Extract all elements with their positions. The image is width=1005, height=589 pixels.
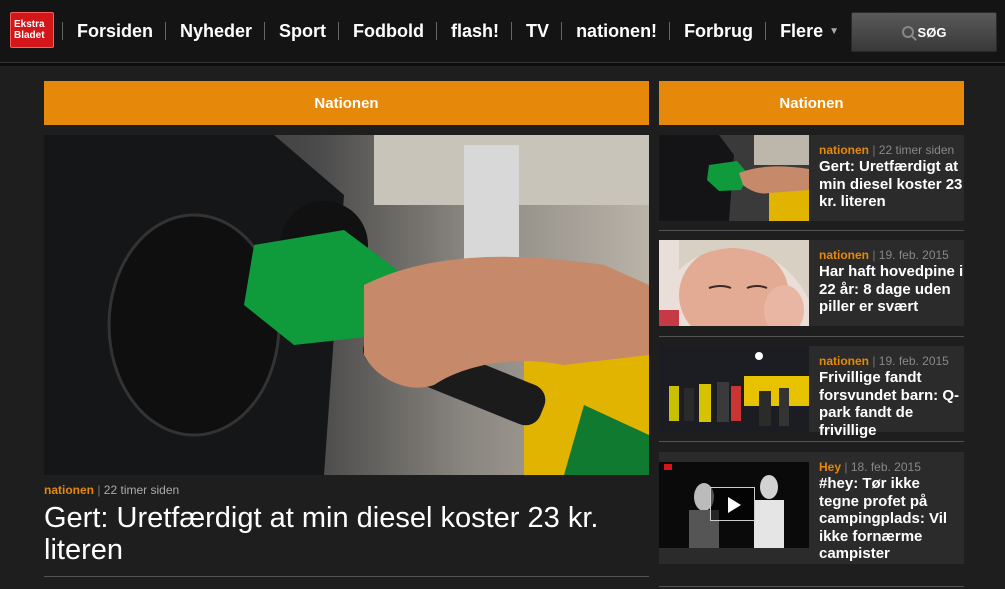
side-article-3-thumbnail[interactable] <box>659 346 809 432</box>
side-article-4-time: 18. feb. 2015 <box>850 460 921 474</box>
section-header-left[interactable]: Nationen <box>44 81 649 125</box>
main-article-photo[interactable] <box>44 135 649 475</box>
headache-thumb-image <box>659 240 809 326</box>
section-header-right[interactable]: Nationen <box>659 81 964 125</box>
nav-item-flash: flash! <box>436 0 511 62</box>
nav-item-forbrug: Forbrug <box>669 0 765 62</box>
nav-link-forbrug[interactable]: Forbrug <box>670 21 765 42</box>
section-title-left: Nationen <box>314 94 379 112</box>
side-article-1-text: nationen | 22 timer siden Gert: Uretfærd… <box>819 143 964 211</box>
logo-text: Ekstra Bladet <box>14 19 45 41</box>
main-article-title[interactable]: Gert: Uretfærdigt at min diesel koster 2… <box>44 502 644 566</box>
nav-link-nyheder[interactable]: Nyheder <box>166 21 264 42</box>
nav-divider <box>0 62 1005 66</box>
main-nav: Forsiden Nyheder Sport Fodbold flash! TV… <box>62 0 839 62</box>
ekstra-bladet-logo[interactable]: Ekstra Bladet <box>10 12 54 48</box>
play-button-icon[interactable] <box>710 487 755 521</box>
side-article-2[interactable]: nationen | 19. feb. 2015 Har haft hovedp… <box>659 240 964 326</box>
side-article-2-meta: nationen | 19. feb. 2015 <box>819 248 949 262</box>
side-article-1-thumbnail[interactable] <box>659 135 809 221</box>
section-title-right: Nationen <box>779 94 844 112</box>
side-article-3-text: nationen | 19. feb. 2015 Frivillige fand… <box>819 354 964 439</box>
search-label: SØG <box>917 24 947 40</box>
side-article-3-title[interactable]: Frivillige fandt forsvundet barn: Q-park… <box>819 369 964 439</box>
nav-link-flere[interactable]: Flere <box>766 21 835 42</box>
side-article-1-title[interactable]: Gert: Uretfærdigt at min diesel koster 2… <box>819 158 964 211</box>
side-article-2-tag[interactable]: nationen <box>819 248 869 262</box>
main-article-time: 22 timer siden <box>103 483 180 497</box>
search-button[interactable]: SØG <box>851 12 997 52</box>
main-article-divider <box>44 576 649 577</box>
volunteers-thumb-image <box>659 346 809 432</box>
dropdown-arrow-icon[interactable]: ▼ <box>829 26 839 37</box>
nav-item-fodbold: Fodbold <box>338 0 436 62</box>
nav-link-fodbold[interactable]: Fodbold <box>339 21 436 42</box>
side-article-1[interactable]: nationen | 22 timer siden Gert: Uretfærd… <box>659 135 964 221</box>
side-article-3[interactable]: nationen | 19. feb. 2015 Frivillige fand… <box>659 346 964 439</box>
side-article-3-tag[interactable]: nationen <box>819 354 869 368</box>
side-divider <box>659 441 964 442</box>
side-article-1-time: 22 timer siden <box>878 143 955 157</box>
nav-link-flash[interactable]: flash! <box>437 21 511 42</box>
main-article-tag[interactable]: nationen <box>44 483 94 497</box>
side-article-2-time: 19. feb. 2015 <box>878 248 949 262</box>
side-article-4-title[interactable]: #hey: Tør ikke tegne profet på campingpl… <box>819 475 964 563</box>
side-article-1-tag[interactable]: nationen <box>819 143 869 157</box>
fuel-thumb-image <box>659 135 809 221</box>
nav-item-flere: Flere ▼ <box>765 0 839 62</box>
nav-item-nyheder: Nyheder <box>165 0 264 62</box>
side-divider <box>659 586 964 587</box>
side-article-2-title[interactable]: Har haft hovedpine i 22 år: 8 dage uden … <box>819 263 964 316</box>
side-article-3-time: 19. feb. 2015 <box>878 354 949 368</box>
side-article-2-text: nationen | 19. feb. 2015 Har haft hovedp… <box>819 248 964 316</box>
side-article-4-meta: Hey | 18. feb. 2015 <box>819 460 921 474</box>
nav-link-sport[interactable]: Sport <box>265 21 338 42</box>
side-article-2-thumbnail[interactable] <box>659 240 809 326</box>
nav-item-forsiden: Forsiden <box>62 0 165 62</box>
nav-item-sport: Sport <box>264 0 338 62</box>
nav-link-tv[interactable]: TV <box>512 21 561 42</box>
search-icon <box>901 26 914 38</box>
main-article-meta: nationen | 22 timer siden <box>44 483 179 497</box>
side-article-4-tag[interactable]: Hey <box>819 460 841 474</box>
fuel-nozzle-photo <box>44 135 649 475</box>
side-article-4[interactable]: Hey | 18. feb. 2015 #hey: Tør ikke tegne… <box>659 452 964 564</box>
nav-link-forsiden[interactable]: Forsiden <box>63 21 165 42</box>
side-article-4-thumbnail[interactable] <box>659 462 809 548</box>
side-article-1-meta: nationen | 22 timer siden <box>819 143 955 157</box>
side-article-4-text: Hey | 18. feb. 2015 #hey: Tør ikke tegne… <box>819 460 964 563</box>
nav-item-tv: TV <box>511 0 561 62</box>
side-divider <box>659 336 964 337</box>
nav-item-nationen: nationen! <box>561 0 669 62</box>
side-divider <box>659 230 964 231</box>
top-navigation-bar: Ekstra Bladet Forsiden Nyheder Sport Fod… <box>0 0 1005 62</box>
side-article-3-meta: nationen | 19. feb. 2015 <box>819 354 949 368</box>
nav-link-nationen[interactable]: nationen! <box>562 21 669 42</box>
